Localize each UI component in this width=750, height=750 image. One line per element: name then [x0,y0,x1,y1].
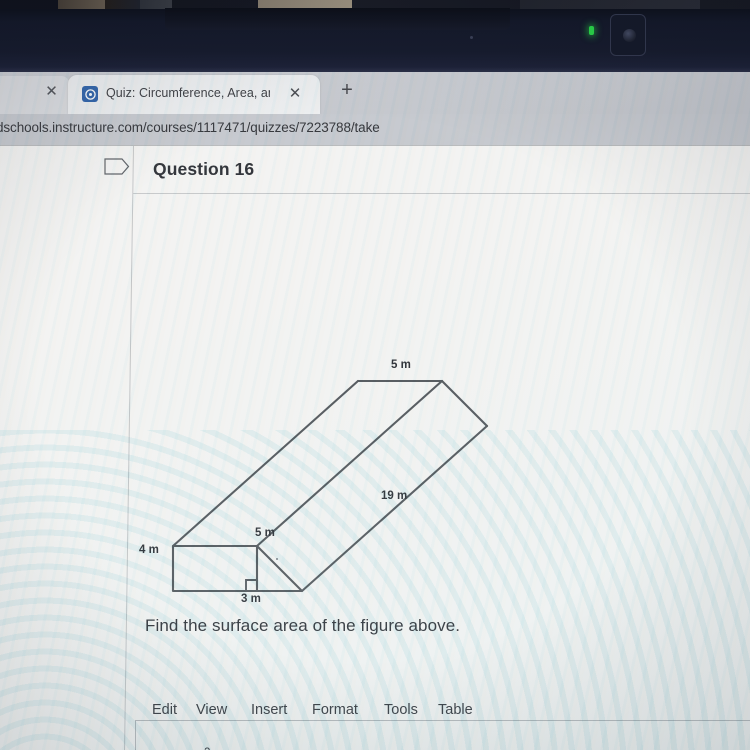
laptop-bezel [0,0,750,72]
menu-item-tools[interactable]: Tools [384,702,418,718]
figure-label-base: 3 m [241,593,261,605]
tab-close-icon[interactable]: ✕ [286,85,304,103]
url-text: dschools.instructure.com/courses/1117471… [0,120,380,135]
webcam-icon [610,14,646,56]
figure-label-hypotenuse: 5 m [255,527,275,539]
answer-textarea[interactable]: 470 m2 [135,720,750,750]
browser-tab-strip: ✕ Quiz: Circumference, Area, and V ✕ + [0,72,750,114]
webcam-lens-icon [623,29,636,42]
canvas-logo-icon [82,86,98,102]
bezel-speck [470,36,473,39]
question-prompt: Find the surface area of the figure abov… [145,616,461,635]
left-column-divider [124,146,134,750]
new-tab-button[interactable]: + [337,80,357,101]
figure-label-height: 4 m [139,544,159,556]
bezel-notch [165,8,510,30]
screen-content: ✕ Quiz: Circumference, Area, and V ✕ + d… [0,72,750,750]
tab-active[interactable]: Quiz: Circumference, Area, and V ✕ [68,75,320,114]
menu-item-edit[interactable]: Edit [152,702,177,718]
quiz-page: Question 16 5 m 19 m 5 m 4 m 3 m Find th… [0,145,750,750]
question-header-divider [133,193,750,194]
flag-outline-icon[interactable] [104,158,130,180]
menu-item-format[interactable]: Format [312,702,358,718]
tab-partial-close-icon[interactable]: ✕ [43,83,60,100]
menu-item-insert[interactable]: Insert [251,702,287,718]
menu-item-view[interactable]: View [196,702,227,718]
address-bar[interactable]: dschools.instructure.com/courses/1117471… [0,114,750,145]
camera-indicator-led [589,26,594,35]
page-title: Question 16 [153,159,255,179]
tab-title: Quiz: Circumference, Area, and V [106,86,270,100]
laptop-screen-photo: ✕ Quiz: Circumference, Area, and V ✕ + d… [0,0,750,750]
menu-item-table[interactable]: Table [438,702,473,718]
triangular-prism-figure: 5 m 19 m 5 m 4 m 3 m [136,359,536,620]
figure-label-length: 19 m [381,490,408,502]
question-header: Question 16 [0,146,750,194]
figure-label-top-edge: 5 m [391,359,411,371]
